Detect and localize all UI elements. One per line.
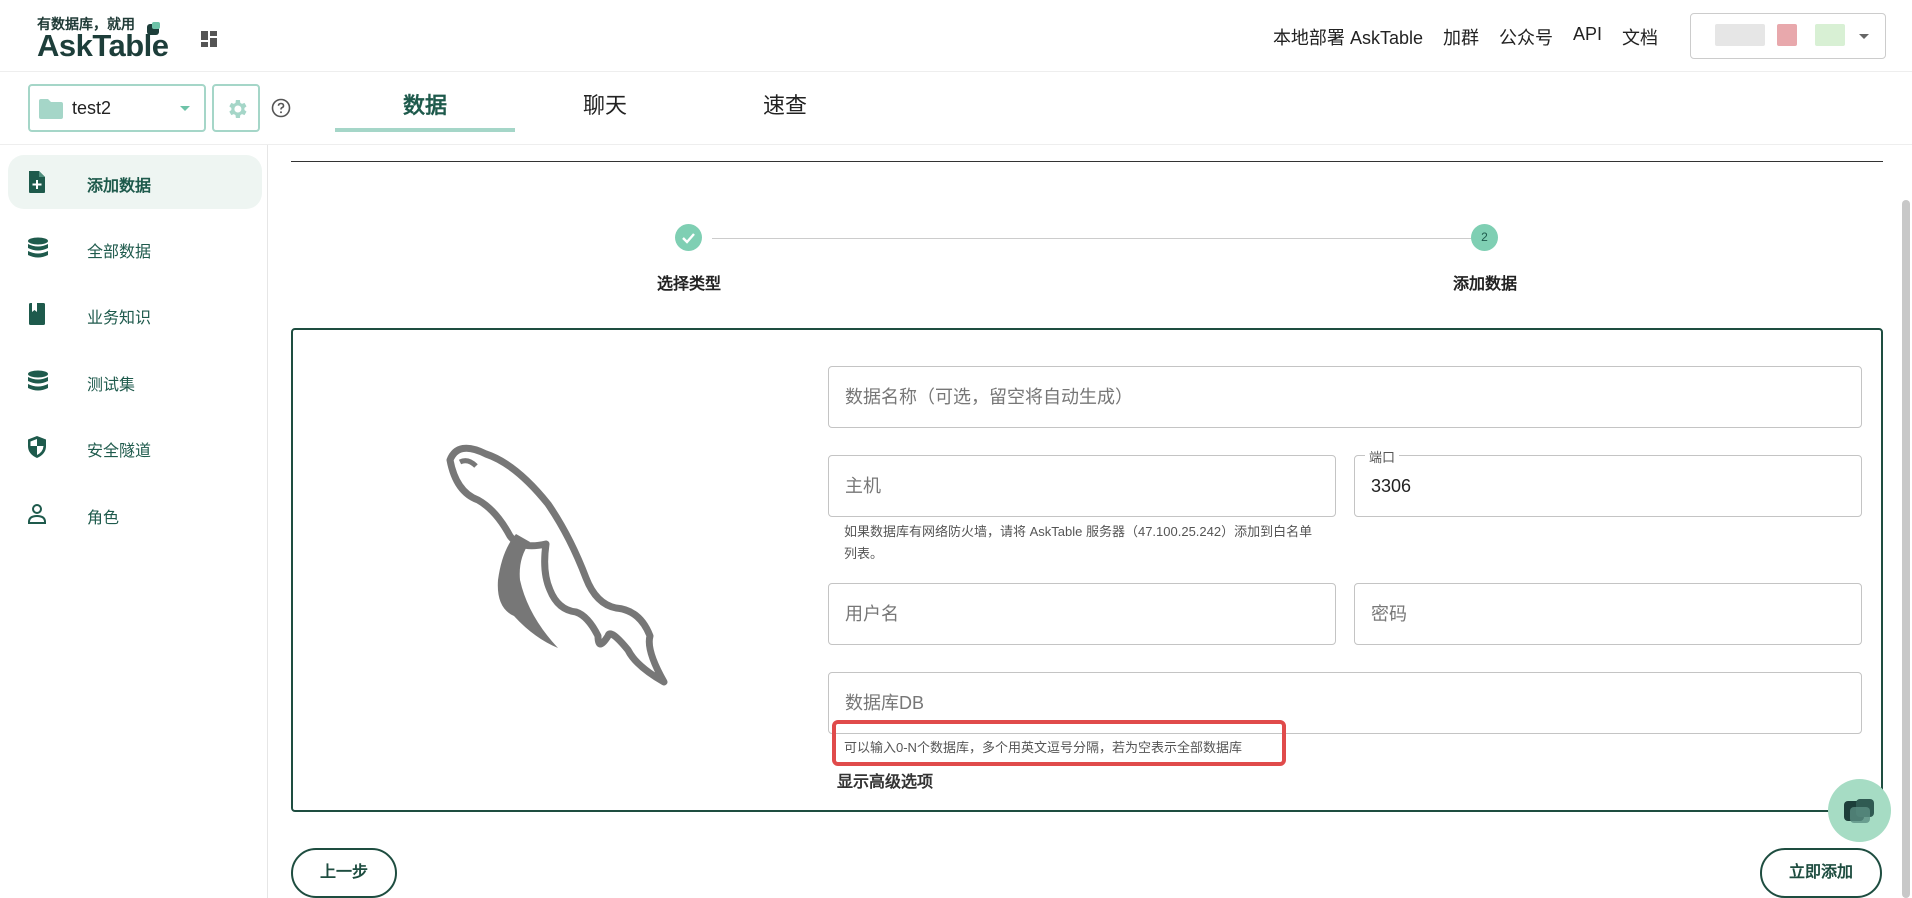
nav-local-deploy[interactable]: 本地部署 AskTable <box>1273 24 1423 50</box>
nav-docs[interactable]: 文档 <box>1622 24 1658 50</box>
step-done-icon <box>675 224 702 251</box>
password-input[interactable] <box>1355 584 1861 644</box>
add-file-icon <box>29 171 45 193</box>
sidebar-item-label: 测试集 <box>87 377 136 394</box>
gear-icon <box>229 100 247 118</box>
sidebar-item-test-set[interactable]: 测试集 <box>8 354 262 408</box>
tab-lookup[interactable]: 速查 <box>695 84 875 132</box>
port-label: 端口 <box>1365 447 1400 466</box>
host-helper-text: 如果数据库有网络防火墙，请将 AskTable 服务器（47.100.25.24… <box>844 524 1313 561</box>
port-input[interactable] <box>1355 456 1861 516</box>
project-name: test2 <box>72 98 112 118</box>
mysql-dolphin-icon <box>446 444 668 686</box>
tab-data[interactable]: 数据 <box>335 84 515 132</box>
assistant-logo-icon <box>1844 799 1874 823</box>
logo-mark-icon <box>147 22 160 35</box>
layout-grid-icon[interactable] <box>198 28 220 50</box>
show-advanced-options-link[interactable]: 显示高级选项 <box>837 768 933 792</box>
divider <box>291 161 1883 162</box>
avatar-blur <box>1777 24 1797 46</box>
step-number: 2 <box>1471 224 1498 251</box>
sidebar: 添加数据 全部数据 业务知识 测试集 安全隧道 角色 <box>0 145 268 898</box>
nav-wechat[interactable]: 公众号 <box>1499 24 1553 50</box>
sidebar-item-label: 安全隧道 <box>87 443 152 460</box>
sidebar-item-security-tunnel[interactable]: 安全隧道 <box>8 420 262 474</box>
main-tabs: 数据 聊天 速查 <box>335 84 875 132</box>
top-header: 有数据库，就用 AskTable 本地部署 AskTable 加群 公众号 AP… <box>0 0 1912 72</box>
divider <box>0 144 1912 145</box>
sidebar-item-business-knowledge[interactable]: 业务知识 <box>8 287 262 341</box>
folder-icon <box>39 99 63 119</box>
sidebar-item-add-data[interactable]: 添加数据 <box>8 155 262 209</box>
book-icon <box>29 303 45 325</box>
database-icon <box>28 237 48 258</box>
sidebar-item-label: 角色 <box>87 510 120 527</box>
nav-join-group[interactable]: 加群 <box>1443 24 1479 50</box>
tab-chat[interactable]: 聊天 <box>515 84 695 132</box>
chat-assistant-button[interactable] <box>1828 779 1891 842</box>
step-label: 选择类型 <box>657 276 722 293</box>
scrollbar[interactable] <box>1902 200 1910 898</box>
avatar-blur <box>1815 24 1845 46</box>
host-field[interactable] <box>828 455 1336 517</box>
username-input[interactable] <box>829 584 1335 644</box>
data-name-input[interactable] <box>829 367 1861 427</box>
highlight-annotation <box>832 720 1286 766</box>
host-input[interactable] <box>829 456 1335 516</box>
sidebar-item-label: 添加数据 <box>87 178 152 195</box>
user-select[interactable] <box>1690 13 1886 59</box>
add-now-button[interactable]: 立即添加 <box>1760 848 1882 898</box>
help-icon[interactable] <box>270 97 292 119</box>
project-select[interactable]: test2 <box>28 84 206 132</box>
sidebar-item-all-data[interactable]: 全部数据 <box>8 221 262 275</box>
person-icon <box>28 504 46 524</box>
sidebar-item-label: 业务知识 <box>87 310 152 327</box>
shield-icon <box>28 436 46 458</box>
password-field[interactable] <box>1354 583 1862 645</box>
database-icon <box>28 370 48 391</box>
check-icon <box>682 233 695 244</box>
sidebar-item-roles[interactable]: 角色 <box>8 487 262 541</box>
chevron-down-icon <box>1859 34 1869 39</box>
project-settings-button[interactable] <box>212 84 260 132</box>
avatar <box>1715 24 1765 46</box>
stepper-connector <box>712 238 1472 239</box>
port-field[interactable]: 端口 <box>1354 447 1862 517</box>
sidebar-item-label: 全部数据 <box>87 244 152 261</box>
top-nav: 本地部署 AskTable 加群 公众号 API 文档 <box>1273 24 1658 50</box>
step-label: 添加数据 <box>1453 276 1518 293</box>
username-field[interactable] <box>828 583 1336 645</box>
data-name-field[interactable] <box>828 366 1862 428</box>
previous-step-button[interactable]: 上一步 <box>291 848 397 898</box>
logo[interactable]: 有数据库，就用 AskTable <box>37 14 169 63</box>
nav-api[interactable]: API <box>1573 24 1602 50</box>
chevron-down-icon <box>180 106 190 111</box>
